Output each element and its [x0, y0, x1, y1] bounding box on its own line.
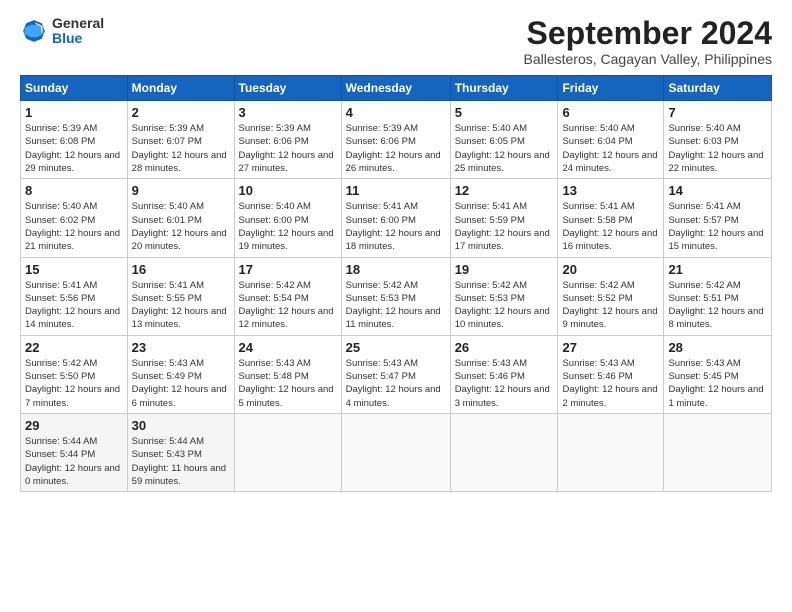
- col-wednesday: Wednesday: [341, 76, 450, 101]
- day-cell-4: 4 Sunrise: 5:39 AMSunset: 6:06 PMDayligh…: [341, 101, 450, 179]
- col-friday: Friday: [558, 76, 664, 101]
- table-row: 15 Sunrise: 5:41 AMSunset: 5:56 PMDaylig…: [21, 257, 772, 335]
- day-cell-8: 8 Sunrise: 5:40 AMSunset: 6:02 PMDayligh…: [21, 179, 128, 257]
- header: General Blue September 2024 Ballesteros,…: [20, 16, 772, 67]
- table-row: 29 Sunrise: 5:44 AMSunset: 5:44 PMDaylig…: [21, 413, 772, 491]
- day-cell-14: 14 Sunrise: 5:41 AMSunset: 5:57 PMDaylig…: [664, 179, 772, 257]
- col-monday: Monday: [127, 76, 234, 101]
- day-cell-2: 2 Sunrise: 5:39 AMSunset: 6:07 PMDayligh…: [127, 101, 234, 179]
- day-cell-29: 29 Sunrise: 5:44 AMSunset: 5:44 PMDaylig…: [21, 413, 128, 491]
- day-cell-10: 10 Sunrise: 5:40 AMSunset: 6:00 PMDaylig…: [234, 179, 341, 257]
- table-row: 8 Sunrise: 5:40 AMSunset: 6:02 PMDayligh…: [21, 179, 772, 257]
- empty-cell: [558, 413, 664, 491]
- logo-text: General Blue: [52, 16, 104, 47]
- col-saturday: Saturday: [664, 76, 772, 101]
- logo-general: General: [52, 15, 104, 31]
- day-cell-1: 1 Sunrise: 5:39 AMSunset: 6:08 PMDayligh…: [21, 101, 128, 179]
- day-cell-6: 6 Sunrise: 5:40 AMSunset: 6:04 PMDayligh…: [558, 101, 664, 179]
- day-cell-17: 17 Sunrise: 5:42 AMSunset: 5:54 PMDaylig…: [234, 257, 341, 335]
- col-thursday: Thursday: [450, 76, 558, 101]
- day-cell-15: 15 Sunrise: 5:41 AMSunset: 5:56 PMDaylig…: [21, 257, 128, 335]
- day-cell-16: 16 Sunrise: 5:41 AMSunset: 5:55 PMDaylig…: [127, 257, 234, 335]
- day-cell-30: 30 Sunrise: 5:44 AMSunset: 5:43 PMDaylig…: [127, 413, 234, 491]
- day-cell-27: 27 Sunrise: 5:43 AMSunset: 5:46 PMDaylig…: [558, 335, 664, 413]
- day-cell-21: 21 Sunrise: 5:42 AMSunset: 5:51 PMDaylig…: [664, 257, 772, 335]
- calendar-page: General Blue September 2024 Ballesteros,…: [0, 0, 792, 502]
- day-cell-19: 19 Sunrise: 5:42 AMSunset: 5:53 PMDaylig…: [450, 257, 558, 335]
- empty-cell: [450, 413, 558, 491]
- empty-cell: [234, 413, 341, 491]
- day-cell-23: 23 Sunrise: 5:43 AMSunset: 5:49 PMDaylig…: [127, 335, 234, 413]
- day-cell-7: 7 Sunrise: 5:40 AMSunset: 6:03 PMDayligh…: [664, 101, 772, 179]
- empty-cell: [664, 413, 772, 491]
- title-block: September 2024 Ballesteros, Cagayan Vall…: [523, 16, 772, 67]
- logo: General Blue: [20, 16, 104, 47]
- day-cell-26: 26 Sunrise: 5:43 AMSunset: 5:46 PMDaylig…: [450, 335, 558, 413]
- day-cell-18: 18 Sunrise: 5:42 AMSunset: 5:53 PMDaylig…: [341, 257, 450, 335]
- calendar-table: Sunday Monday Tuesday Wednesday Thursday…: [20, 75, 772, 492]
- day-cell-9: 9 Sunrise: 5:40 AMSunset: 6:01 PMDayligh…: [127, 179, 234, 257]
- location-subtitle: Ballesteros, Cagayan Valley, Philippines: [523, 51, 772, 67]
- month-title: September 2024: [523, 16, 772, 51]
- empty-cell: [341, 413, 450, 491]
- day-cell-3: 3 Sunrise: 5:39 AMSunset: 6:06 PMDayligh…: [234, 101, 341, 179]
- day-cell-28: 28 Sunrise: 5:43 AMSunset: 5:45 PMDaylig…: [664, 335, 772, 413]
- day-cell-25: 25 Sunrise: 5:43 AMSunset: 5:47 PMDaylig…: [341, 335, 450, 413]
- table-row: 1 Sunrise: 5:39 AMSunset: 6:08 PMDayligh…: [21, 101, 772, 179]
- day-cell-5: 5 Sunrise: 5:40 AMSunset: 6:05 PMDayligh…: [450, 101, 558, 179]
- logo-blue: Blue: [52, 30, 82, 46]
- col-tuesday: Tuesday: [234, 76, 341, 101]
- logo-icon: [20, 17, 48, 45]
- day-cell-24: 24 Sunrise: 5:43 AMSunset: 5:48 PMDaylig…: [234, 335, 341, 413]
- day-cell-20: 20 Sunrise: 5:42 AMSunset: 5:52 PMDaylig…: [558, 257, 664, 335]
- day-cell-22: 22 Sunrise: 5:42 AMSunset: 5:50 PMDaylig…: [21, 335, 128, 413]
- day-cell-11: 11 Sunrise: 5:41 AMSunset: 6:00 PMDaylig…: [341, 179, 450, 257]
- day-cell-12: 12 Sunrise: 5:41 AMSunset: 5:59 PMDaylig…: [450, 179, 558, 257]
- table-row: 22 Sunrise: 5:42 AMSunset: 5:50 PMDaylig…: [21, 335, 772, 413]
- col-sunday: Sunday: [21, 76, 128, 101]
- day-cell-13: 13 Sunrise: 5:41 AMSunset: 5:58 PMDaylig…: [558, 179, 664, 257]
- header-row: Sunday Monday Tuesday Wednesday Thursday…: [21, 76, 772, 101]
